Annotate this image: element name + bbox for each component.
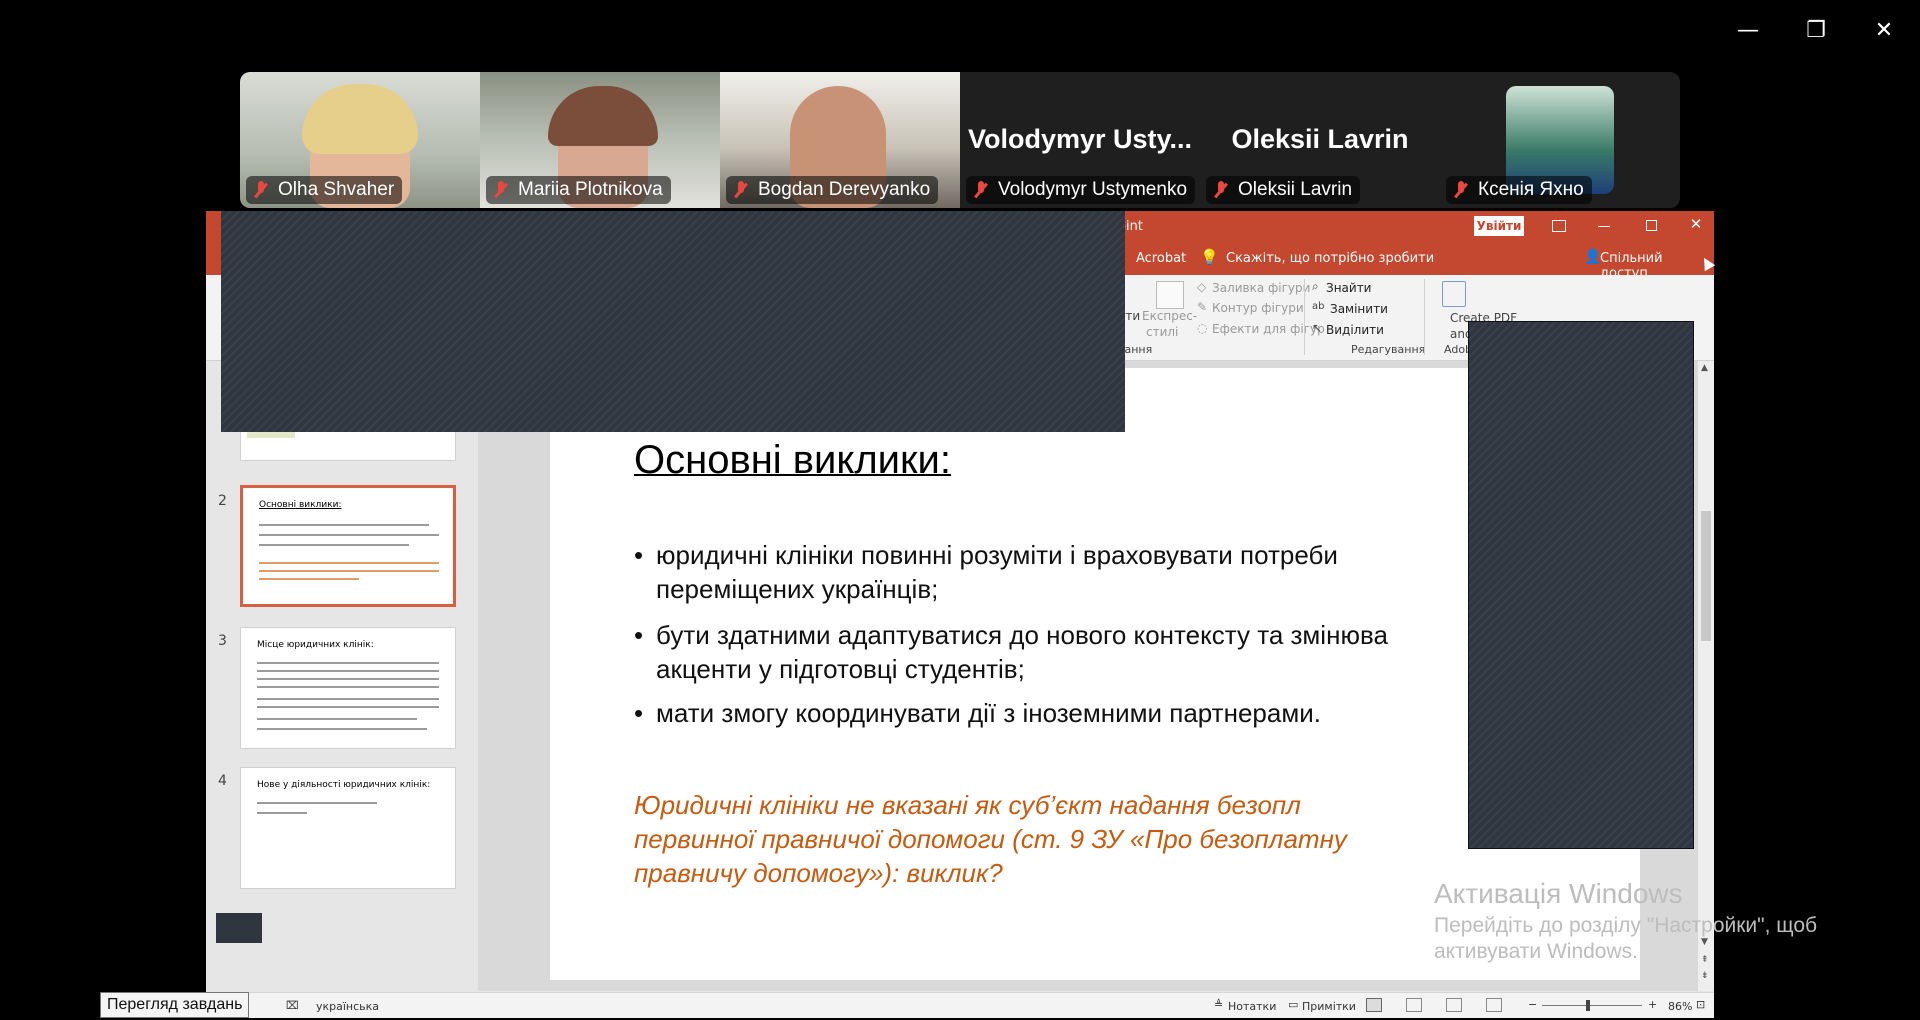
participant-tile[interactable]: Oleksii Lavrin Oleksii Lavrin <box>1200 72 1440 208</box>
slide-thumbnail[interactable]: Нове у діяльності юридичних клінік: <box>240 767 456 889</box>
ribbon-separator <box>1424 279 1425 355</box>
slide-thumbnail-pane: 2 Основні виклики: 3 Місце юридичних клі… <box>206 361 478 991</box>
create-pdf-icon <box>1442 281 1466 307</box>
thumbnail-title: Основні виклики: <box>259 500 342 510</box>
zoom-out-icon[interactable]: − <box>1528 998 1537 1011</box>
mic-muted-icon <box>730 179 752 201</box>
ribbon-separator <box>1304 279 1305 355</box>
notes-icon: ≜ <box>1214 998 1224 1011</box>
close-icon: ✕ <box>1874 17 1894 43</box>
quick-styles-button[interactable]: Експрес- <box>1142 309 1197 323</box>
participant-hair <box>302 84 418 154</box>
participant-display-name: Volodymyr Usty... <box>967 124 1193 154</box>
participant-name: Oleksii Lavrin <box>1206 176 1361 204</box>
participant-display-name: Oleksii Lavrin <box>1231 124 1409 154</box>
find-button[interactable]: Знайти <box>1326 281 1371 295</box>
shape-effects-button[interactable]: Ефекти для фігур <box>1212 322 1325 336</box>
next-slide-icon[interactable]: ⇟ <box>1701 971 1709 981</box>
slide-number: 2 <box>218 493 227 509</box>
find-icon: ⌕ <box>1312 279 1319 293</box>
slide-number: 3 <box>218 633 227 649</box>
zoom-in-icon[interactable]: + <box>1648 998 1657 1011</box>
minimize-button[interactable]: — <box>1718 10 1778 50</box>
comments-icon: ▭ <box>1288 998 1299 1011</box>
language-indicator[interactable]: українська <box>316 1000 379 1013</box>
slide-title: Основні виклики: <box>634 438 951 482</box>
quick-styles-button-line2: стилі <box>1146 325 1179 339</box>
replace-icon: ab <box>1312 301 1325 312</box>
status-bar: ⌧ українська ≜ Нотатки ▭ Примітки − + 86… <box>206 992 1714 1018</box>
quick-styles-icon <box>1156 281 1184 309</box>
slide-sorter-button[interactable] <box>1406 998 1422 1012</box>
slide-italic-line: Юридичні клініки не вказані як суб’єкт н… <box>634 790 1301 820</box>
app-close-button[interactable]: ✕ <box>1686 215 1706 235</box>
thumbnail-partial <box>216 913 262 943</box>
participant-tile[interactable]: Ксенія Яхно <box>1440 72 1680 208</box>
slide-thumbnail-selected[interactable]: Основні виклики: <box>240 485 456 607</box>
shape-outline-icon: ✎ <box>1197 300 1208 314</box>
close-button[interactable]: ✕ <box>1854 10 1914 50</box>
windows-activation-watermark: Активація Windows Перейдіть до розділу "… <box>1434 878 1817 964</box>
shape-effects-icon: ◌ <box>1197 321 1208 335</box>
participant-tile[interactable]: Mariia Plotnikova <box>480 72 720 208</box>
participant-hair <box>548 86 658 146</box>
normal-view-button[interactable] <box>1366 998 1382 1012</box>
tab-acrobat[interactable]: Acrobat <box>1136 251 1186 266</box>
activation-line: активувати Windows. <box>1434 940 1638 963</box>
mic-muted-icon <box>250 179 272 201</box>
activation-line: Перейдіть до розділу "Настройки", щоб <box>1434 914 1818 937</box>
lightbulb-icon: 💡 <box>1200 248 1219 266</box>
scroll-up-icon[interactable]: ▲ <box>1701 363 1708 373</box>
editing-group-label: Редагування <box>1351 343 1426 356</box>
shape-fill-icon: ◇ <box>1197 280 1207 294</box>
restore-button[interactable]: ❐ <box>1786 10 1846 50</box>
mic-muted-icon <box>970 179 992 201</box>
mic-muted-icon <box>1210 179 1232 201</box>
spellcheck-icon[interactable]: ⌧ <box>286 999 299 1012</box>
thumbnail-title: Нове у діяльності юридичних клінік: <box>257 780 431 790</box>
participant-tile[interactable]: Bogdan Derevyanko <box>720 72 960 208</box>
slide-italic-line: первинної правничої допомоги (ст. 9 ЗУ «… <box>634 824 1347 854</box>
slide-italic-line: правничу допомогу»): виклик? <box>634 858 1003 888</box>
participant-name: Ксенія Яхно <box>1446 176 1592 204</box>
notes-button[interactable]: Нотатки <box>1228 1000 1276 1013</box>
activation-title: Активація Windows <box>1434 878 1683 909</box>
minimize-icon: — <box>1737 17 1759 43</box>
participant-tile[interactable]: Olha Shvaher <box>240 72 480 208</box>
zoom-level[interactable]: 86% <box>1668 1000 1692 1013</box>
app-restore-button[interactable] <box>1646 220 1657 231</box>
mic-muted-icon <box>1450 179 1472 201</box>
scroll-thumb[interactable] <box>1701 511 1711 641</box>
select-button[interactable]: Виділити <box>1326 323 1384 337</box>
reading-view-button[interactable] <box>1446 998 1462 1012</box>
restore-icon: ❐ <box>1806 17 1826 43</box>
select-icon: ↖ <box>1312 321 1323 335</box>
shape-outline-button[interactable]: Контур фігури <box>1212 301 1304 315</box>
slide-thumbnail[interactable]: Місце юридичних клінік: <box>240 627 456 749</box>
mic-muted-icon <box>490 179 512 201</box>
taskview-tooltip: Перегляд завдань <box>100 992 250 1018</box>
zoom-slider-thumb[interactable] <box>1586 1000 1590 1011</box>
participant-name: Volodymyr Ustymenko <box>966 176 1196 204</box>
participant-name: Mariia Plotnikova <box>486 176 671 204</box>
participant-strip: Olha Shvaher Mariia Plotnikova Bogdan De… <box>240 72 1680 208</box>
thumbnail-title: Місце юридичних клінік: <box>257 640 374 650</box>
redacted-area <box>221 211 1125 432</box>
comments-button[interactable]: Примітки <box>1302 1000 1356 1013</box>
participant-name: Olha Shvaher <box>246 176 403 204</box>
tell-me-search[interactable]: Скажіть, що потрібно зробити <box>1226 251 1434 266</box>
participant-tile[interactable]: Volodymyr Usty... Volodymyr Ustymenko <box>960 72 1200 208</box>
replace-button[interactable]: Замінити <box>1330 302 1388 316</box>
redacted-area <box>1468 321 1694 849</box>
signin-button[interactable]: Увійти <box>1474 216 1524 236</box>
zoom-slider[interactable] <box>1542 1000 1642 1011</box>
ribbon-display-options-icon[interactable] <box>1552 220 1566 232</box>
participant-name: Bogdan Derevyanko <box>726 176 939 204</box>
slideshow-button[interactable] <box>1486 998 1502 1012</box>
app-minimize-button[interactable] <box>1598 226 1610 227</box>
fit-slide-icon[interactable]: ⊡ <box>1696 998 1705 1011</box>
shape-fill-button[interactable]: Заливка фігури <box>1212 281 1310 295</box>
slide-number: 4 <box>218 773 227 789</box>
person-icon: 👤 <box>1584 249 1602 265</box>
